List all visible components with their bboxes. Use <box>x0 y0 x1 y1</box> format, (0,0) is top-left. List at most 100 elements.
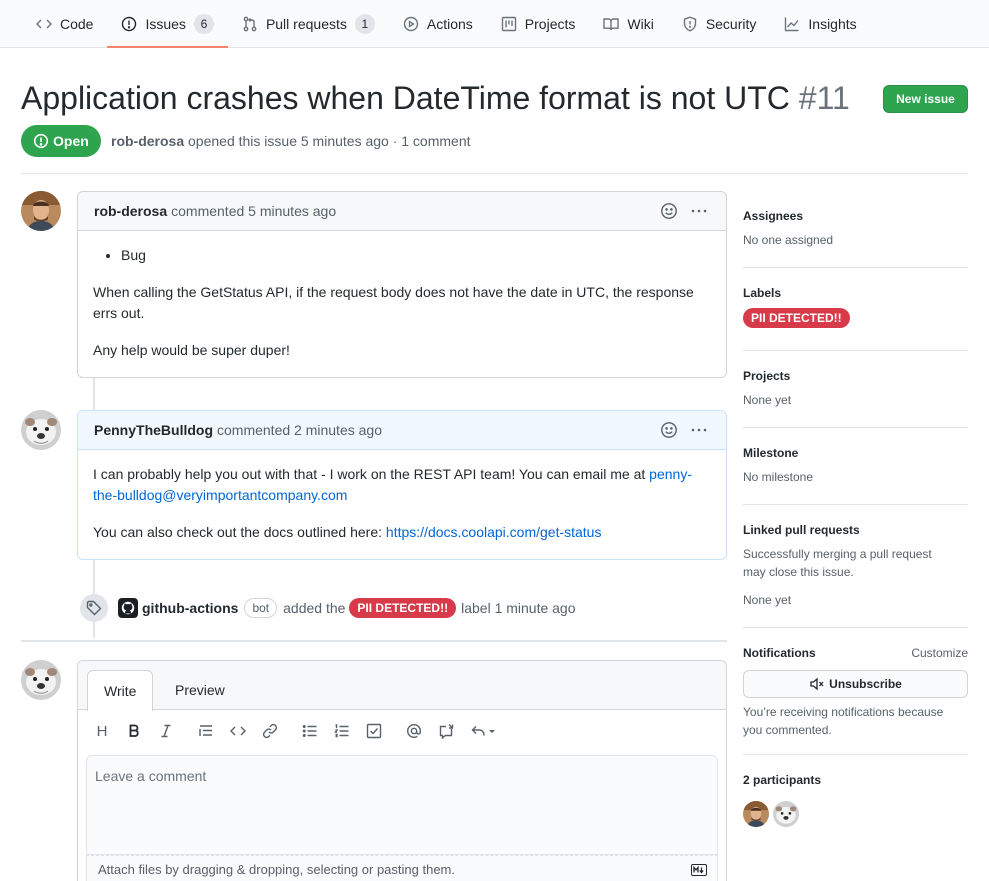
repo-nav: Code Issues 6 Pull requests 1 Actions Pr… <box>0 0 989 48</box>
comment-timestamp: commented 5 minutes ago <box>171 203 337 219</box>
graph-icon <box>785 17 799 31</box>
linked-prs-heading[interactable]: Linked pull requests <box>743 523 968 537</box>
github-mark-icon <box>121 601 135 615</box>
comment-author-link[interactable]: PennyTheBulldog <box>94 422 213 438</box>
comment-paragraph: When calling the GetStatus API, if the r… <box>93 284 694 321</box>
kebab-horizontal-icon[interactable] <box>690 202 708 220</box>
tab-issues-label: Issues <box>145 15 186 32</box>
comment-timestamp: commented 2 minutes ago <box>217 422 382 438</box>
comment-textarea[interactable]: Leave a comment <box>86 755 718 855</box>
avatar-current-user[interactable] <box>21 660 61 700</box>
pii-label[interactable]: PII DETECTED!! <box>349 598 457 618</box>
file-drop-zone[interactable]: Attach files by dragging & dropping, sel… <box>86 855 718 881</box>
issue-meta-text: opened this issue 5 minutes ago · 1 comm… <box>188 133 471 149</box>
labels-heading[interactable]: Labels <box>743 286 968 300</box>
bold-icon[interactable] <box>126 723 142 739</box>
unordered-list-icon[interactable] <box>302 723 318 739</box>
sidebar-pii-label[interactable]: PII DETECTED!! <box>743 308 850 328</box>
comment-text: You can also check out the docs outlined… <box>93 524 383 540</box>
ordered-list-icon[interactable] <box>334 723 350 739</box>
issue-opened-icon <box>33 133 49 149</box>
customize-link[interactable]: Customize <box>911 646 968 660</box>
notifications-reason: You’re receiving notifications because y… <box>743 703 968 739</box>
docs-link[interactable]: https://docs.coolapi.com/get-status <box>386 524 602 540</box>
issue-state-label: Open <box>53 133 89 149</box>
comment-bullet-list: Bug <box>93 245 711 266</box>
sidebar-divider <box>743 267 968 268</box>
comment-rob-derosa: rob-derosa commented 5 minutes ago Bug W… <box>77 191 727 378</box>
comment-paragraph: Any help would be super duper! <box>93 342 290 358</box>
issue-title-text: Application crashes when DateTime format… <box>21 80 790 116</box>
linked-prs-line1: Successfully merging a pull request <box>743 547 932 561</box>
sidebar-assignees: Assignees No one assigned <box>743 209 968 249</box>
new-comment-form: Write Preview H Leave a comment Attach f… <box>77 660 727 881</box>
issue-author-link[interactable]: rob-derosa <box>111 133 184 149</box>
italic-icon[interactable] <box>158 723 174 739</box>
reply-icon[interactable] <box>470 723 498 739</box>
tab-issues[interactable]: Issues 6 <box>107 0 229 48</box>
tab-projects-label: Projects <box>524 15 576 32</box>
bot-badge: bot <box>244 598 278 618</box>
kebab-horizontal-icon[interactable] <box>690 421 708 439</box>
tab-insights[interactable]: Insights <box>770 0 870 47</box>
git-pull-request-icon <box>243 16 257 31</box>
mention-icon[interactable] <box>406 723 422 739</box>
avatar-rob-derosa[interactable] <box>21 191 61 231</box>
code-icon[interactable] <box>230 723 246 739</box>
milestone-value: No milestone <box>743 470 814 484</box>
shield-icon <box>683 15 697 32</box>
markdown-icon[interactable] <box>691 864 707 876</box>
cross-reference-icon[interactable] <box>438 723 454 739</box>
tab-code-label: Code <box>60 15 94 32</box>
tab-insights-label: Insights <box>808 15 857 32</box>
tab-actions[interactable]: Actions <box>389 0 487 47</box>
code-icon <box>36 19 52 28</box>
comment-header: rob-derosa commented 5 minutes ago <box>78 192 726 231</box>
notifications-reason-line1: You’re receiving notifications because <box>743 705 944 719</box>
new-issue-button[interactable]: New issue <box>883 85 968 113</box>
tab-pull-requests[interactable]: Pull requests 1 <box>228 0 389 47</box>
sidebar-divider <box>743 504 968 505</box>
comment-paragraph: I can probably help you out with that - … <box>93 464 711 506</box>
tab-wiki[interactable]: Wiki <box>589 0 667 47</box>
participant-avatar[interactable] <box>743 801 769 827</box>
project-icon <box>501 16 516 31</box>
assignees-heading[interactable]: Assignees <box>743 209 968 223</box>
avatar-image <box>21 410 61 450</box>
smiley-icon[interactable] <box>660 202 678 220</box>
issues-count: 6 <box>193 13 214 34</box>
tab-preview[interactable]: Preview <box>159 670 241 710</box>
github-actions-avatar[interactable] <box>118 598 138 618</box>
event-actor-link[interactable]: github-actions <box>142 600 238 616</box>
comment-author-link[interactable]: rob-derosa <box>94 203 167 219</box>
heading-icon[interactable]: H <box>94 723 110 740</box>
tab-security[interactable]: Security <box>668 0 771 47</box>
comment-actions <box>660 202 708 220</box>
comment-body: I can probably help you out with that - … <box>78 450 726 557</box>
drop-hint-text: Attach files by dragging & dropping, sel… <box>98 862 455 877</box>
task-list-icon[interactable] <box>366 723 382 739</box>
sidebar-participants: 2 participants <box>743 773 968 787</box>
quote-icon[interactable] <box>198 723 214 739</box>
linked-prs-value: None yet <box>743 593 792 607</box>
mute-icon <box>810 677 824 691</box>
smiley-icon[interactable] <box>660 421 678 439</box>
participants-heading: 2 participants <box>743 773 822 787</box>
participant-avatar[interactable] <box>773 801 799 827</box>
comment-header: PennyTheBulldog commented 2 minutes ago <box>78 411 726 450</box>
avatar-pennythebulldog[interactable] <box>21 410 61 450</box>
issue-meta: rob-derosa opened this issue 5 minutes a… <box>111 133 471 149</box>
issue-number: #11 <box>798 80 850 116</box>
unsubscribe-button[interactable]: Unsubscribe <box>743 670 968 698</box>
tab-code[interactable]: Code <box>22 0 107 47</box>
book-icon <box>603 17 620 30</box>
issue-title: Application crashes when DateTime format… <box>21 80 850 117</box>
pull-requests-count: 1 <box>354 13 375 34</box>
tab-projects[interactable]: Projects <box>487 0 590 47</box>
milestone-heading[interactable]: Milestone <box>743 446 968 460</box>
comment-bullet-item: Bug <box>121 245 711 266</box>
projects-heading[interactable]: Projects <box>743 369 968 383</box>
link-icon[interactable] <box>262 723 278 739</box>
sidebar-divider <box>743 627 968 628</box>
tab-write[interactable]: Write <box>87 670 154 711</box>
